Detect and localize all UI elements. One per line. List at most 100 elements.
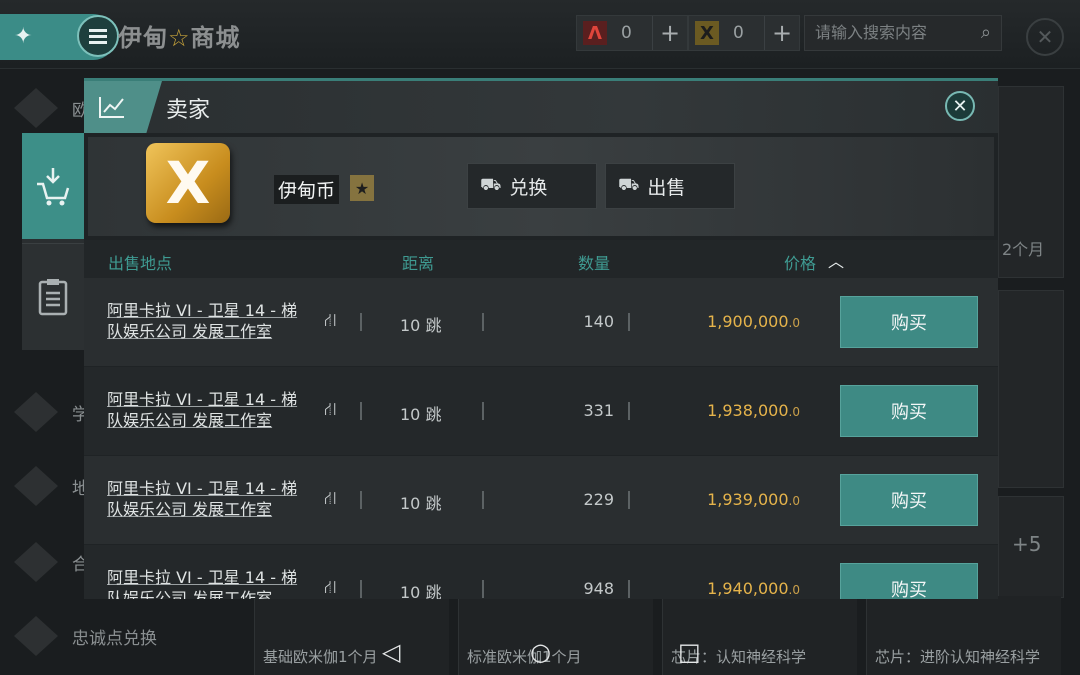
store-title: 伊甸☆商城 [118, 18, 241, 53]
search-icon[interactable]: ⌕ [981, 22, 991, 43]
store-title-part2: 商城 [190, 24, 241, 52]
price-integer: 1,939,000 [707, 490, 789, 509]
divider [360, 402, 362, 420]
divider [360, 580, 362, 598]
star-icon: ☆ [168, 24, 191, 52]
android-navbar: ◁ ○ □ [240, 628, 1080, 675]
route-icon[interactable]: ⛙ [324, 488, 337, 512]
sellers-modal: 卖家 ✕ X 伊甸币 ★ ⛟ 兑换 ⛟ 出售 出售地点 距离 数量 价格 ︿ 阿里卡… [84, 78, 998, 599]
column-price[interactable]: 价格 [784, 250, 816, 274]
currency-a-balance: Λ 0 + [576, 15, 688, 51]
column-distance[interactable]: 距离 [402, 250, 434, 274]
currency-x-value: 0 [733, 23, 744, 43]
divider [482, 580, 484, 598]
favorite-star-icon[interactable]: ★ [350, 175, 374, 201]
jump-distance: 10 跳 [400, 494, 442, 513]
buy-button[interactable]: 购买 [840, 385, 978, 437]
buy-button[interactable]: 购买 [840, 296, 978, 348]
eden-coin-icon: X [695, 21, 719, 45]
price: 1,938,000.0 [674, 401, 800, 420]
jump-distance: 10 跳 [400, 316, 442, 335]
modal-close-button[interactable]: ✕ [945, 91, 975, 121]
divider [482, 491, 484, 509]
party-popper-icon: ✦ [14, 24, 33, 49]
loyalty-icon [14, 616, 58, 656]
jump-distance: 10 跳 [400, 583, 442, 599]
seller-location-link[interactable]: 阿里卡拉 VI - 卫星 14 - 梯队娱乐公司 发展工作室 [107, 478, 312, 520]
table-header: 出售地点 距离 数量 价格 ︿ [84, 240, 998, 278]
hamburger-icon [89, 34, 107, 38]
home-icon[interactable]: ○ [530, 638, 551, 666]
eden-coin-image: X [146, 143, 230, 223]
table-row: 阿里卡拉 VI - 卫星 14 - 梯队娱乐公司 发展工作室 ⛙ 10 跳 14… [84, 278, 998, 366]
price-decimal: .0 [788, 405, 800, 419]
divider [628, 580, 630, 598]
buy-orders-tab[interactable] [22, 133, 84, 239]
store-title-part1: 伊甸 [118, 24, 168, 52]
divider [482, 313, 484, 331]
quantity: 229 [583, 490, 614, 509]
quantity: 331 [583, 401, 614, 420]
sidebar-label: 忠诚点兑换 [72, 629, 157, 649]
orders-list-tab[interactable] [22, 243, 84, 350]
table-row: 阿里卡拉 VI - 卫星 14 - 梯队娱乐公司 发展工作室 ⛙ 10 跳 94… [84, 545, 998, 599]
table-row: 阿里卡拉 VI - 卫星 14 - 梯队娱乐公司 发展工作室 ⛙ 10 跳 22… [84, 456, 998, 544]
seller-location-link[interactable]: 阿里卡拉 VI - 卫星 14 - 梯队娱乐公司 发展工作室 [107, 300, 312, 342]
price-decimal: .0 [788, 316, 800, 330]
divider [360, 313, 362, 331]
price-decimal: .0 [788, 583, 800, 597]
learn-icon [14, 392, 58, 432]
store-topbar: ✦ 伊甸☆商城 Λ 0 + X 0 + ⌕ ✕ [0, 0, 1080, 69]
aurum-icon: Λ [583, 21, 607, 45]
item-summary: X 伊甸币 ★ ⛟ 兑换 ⛟ 出售 [88, 137, 994, 236]
route-icon[interactable]: ⛙ [324, 399, 337, 423]
back-icon[interactable]: ◁ [382, 638, 400, 666]
quantity: 140 [583, 312, 614, 331]
plus-badge: +5 [1012, 532, 1042, 556]
card-duration-label: 2个月 [1002, 240, 1045, 259]
store-close-icon[interactable]: ✕ [1026, 18, 1064, 56]
chart-trend-icon [84, 81, 162, 133]
seller-location-link[interactable]: 阿里卡拉 VI - 卫星 14 - 梯队娱乐公司 发展工作室 [107, 389, 312, 431]
clipboard-icon [38, 279, 68, 316]
column-quantity[interactable]: 数量 [578, 250, 610, 274]
hamburger-menu-button[interactable] [77, 15, 119, 57]
coin-x-glyph: X [165, 149, 211, 217]
table-row: 阿里卡拉 VI - 卫星 14 - 梯队娱乐公司 发展工作室 ⛙ 10 跳 33… [84, 367, 998, 455]
item-name: 伊甸币 [274, 175, 340, 204]
cart-transfer-icon: ⛟ [618, 175, 640, 195]
column-location[interactable]: 出售地点 [108, 250, 172, 274]
exchange-button[interactable]: ⛟ 兑换 [467, 163, 597, 209]
divider [360, 491, 362, 509]
close-icon: ✕ [952, 95, 968, 117]
route-icon[interactable]: ⛙ [324, 310, 337, 334]
divider [628, 491, 630, 509]
price-integer: 1,938,000 [707, 401, 789, 420]
quantity: 948 [583, 579, 614, 598]
cart-download-icon [37, 168, 70, 206]
price-integer: 1,900,000 [707, 312, 789, 331]
recents-icon[interactable]: □ [678, 638, 701, 666]
divider [628, 402, 630, 420]
route-icon[interactable]: ⛙ [324, 577, 337, 599]
sidebar-item-loyalty[interactable]: 忠诚点兑换 [14, 610, 214, 660]
modal-title: 卖家 [166, 98, 211, 123]
sort-ascending-icon[interactable]: ︿ [828, 248, 844, 272]
search-box[interactable]: ⌕ [804, 15, 1002, 51]
buy-button[interactable]: 购买 [840, 474, 978, 526]
seller-location-link[interactable]: 阿里卡拉 VI - 卫星 14 - 梯队娱乐公司 发展工作室 [107, 567, 312, 599]
divider [482, 402, 484, 420]
exchange-label: 兑换 [509, 176, 548, 199]
jump-distance: 10 跳 [400, 405, 442, 424]
search-input[interactable] [813, 22, 967, 43]
add-currency-a-button[interactable]: + [652, 16, 687, 50]
combine-icon [14, 542, 58, 582]
buy-button[interactable]: 购买 [840, 563, 978, 599]
add-currency-x-button[interactable]: + [764, 16, 799, 50]
price-decimal: .0 [788, 494, 800, 508]
store-card-right-2[interactable] [998, 290, 1064, 488]
sell-label: 出售 [647, 176, 686, 199]
map-icon [14, 466, 58, 506]
price-integer: 1,940,000 [707, 579, 789, 598]
sell-button[interactable]: ⛟ 出售 [605, 163, 735, 209]
